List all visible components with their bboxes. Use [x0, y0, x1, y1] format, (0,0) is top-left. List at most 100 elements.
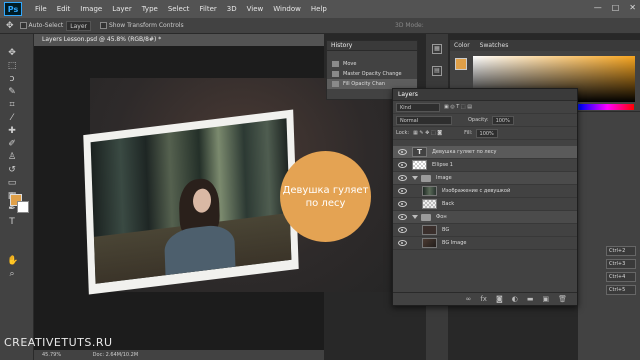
new-layer-icon[interactable]: ▣: [542, 295, 549, 303]
quick-select-tool-icon[interactable]: ✎: [7, 87, 17, 97]
history-item[interactable]: Master Opacity Change: [327, 69, 417, 79]
photoshop-logo: Ps: [4, 2, 22, 16]
show-transform-checkbox[interactable]: [100, 22, 107, 29]
lasso-tool-icon[interactable]: ↄ: [7, 74, 17, 84]
new-group-icon[interactable]: ▬: [527, 295, 534, 303]
visibility-eye-icon[interactable]: [398, 240, 407, 246]
fx-icon[interactable]: fx: [480, 295, 487, 303]
panel-dock-icon[interactable]: ▤: [432, 66, 442, 76]
history-item[interactable]: Move: [327, 59, 417, 69]
visibility-eye-icon[interactable]: [398, 162, 407, 168]
channel-shortcut[interactable]: Ctrl+3: [606, 259, 636, 269]
close-icon[interactable]: ✕: [629, 3, 636, 12]
visibility-eye-icon[interactable]: [398, 149, 407, 155]
channel-shortcut[interactable]: Ctrl+2: [606, 246, 636, 256]
layer-name: Девушка гуляет по лесу: [432, 149, 497, 155]
visibility-eye-icon[interactable]: [398, 214, 407, 220]
channel-shortcut[interactable]: Ctrl+4: [606, 272, 636, 282]
shape-layer-thumb: [412, 160, 427, 170]
layer-row[interactable]: BG Image: [393, 237, 577, 250]
eyedropper-tool-icon[interactable]: ⁄: [7, 113, 17, 123]
menu-select[interactable]: Select: [163, 5, 195, 13]
doc-size: Doc: 2.64M/10.2M: [92, 352, 139, 358]
document-tab[interactable]: Layers Lesson.psd @ 45.8% (RGB/8#) *: [34, 34, 324, 46]
auto-select-checkbox[interactable]: [19, 22, 27, 29]
expand-arrow-icon[interactable]: [412, 176, 418, 180]
eraser-tool-icon[interactable]: ▭: [7, 178, 17, 188]
marquee-tool-icon[interactable]: ⬚: [7, 61, 17, 71]
opacity-field[interactable]: 100%: [491, 115, 514, 125]
menu-edit[interactable]: Edit: [52, 5, 76, 13]
filter-kind-dropdown[interactable]: Kind: [396, 102, 440, 112]
visibility-eye-icon[interactable]: [398, 188, 407, 194]
show-transform-label: Show Transform Controls: [109, 22, 184, 29]
menu-help[interactable]: Help: [306, 5, 332, 13]
lock-icons[interactable]: ▦ ✎ ✥ ⬚ ◙: [413, 130, 442, 136]
layer-name: Фон: [436, 214, 447, 220]
pixel-layer-thumb: [422, 199, 437, 209]
type-tool-icon[interactable]: T: [7, 217, 17, 227]
tab-color[interactable]: Color: [454, 40, 470, 51]
layer-row[interactable]: Изображение с девушкой: [393, 185, 577, 198]
group-row[interactable]: Фон: [393, 211, 577, 224]
panel-dock-icon[interactable]: ▦: [432, 44, 442, 54]
visibility-eye-icon[interactable]: [398, 175, 407, 181]
menu-image[interactable]: Image: [75, 5, 107, 13]
layers-footer: ∞ fx ◙ ◐ ▬ ▣ 🗑: [393, 292, 577, 305]
menu-window[interactable]: Window: [268, 5, 306, 13]
layers-panel: Layers Kind ▣ ◎ T ⬚ ▤ Normal Opacity: 10…: [392, 88, 578, 306]
brush-tool-icon[interactable]: ✐: [7, 139, 17, 149]
filter-icons[interactable]: ▣ ◎ T ⬚ ▤: [444, 104, 472, 110]
history-brush-icon[interactable]: ↺: [7, 165, 17, 175]
mask-icon[interactable]: ◙: [496, 295, 503, 303]
fill-field[interactable]: 100%: [475, 128, 498, 138]
crop-tool-icon[interactable]: ⌗: [7, 100, 17, 110]
background-color-swatch[interactable]: [17, 201, 29, 213]
trash-icon[interactable]: 🗑: [558, 295, 567, 303]
zoom-level[interactable]: 45.79%: [42, 352, 61, 358]
layer-name: Изображение с девушкой: [442, 188, 511, 194]
3d-mode-label: 3D Mode:: [395, 22, 424, 29]
clone-stamp-icon[interactable]: ♙: [7, 152, 17, 162]
channel-shortcut[interactable]: Ctrl+5: [606, 285, 636, 295]
color-panel-foreground[interactable]: [455, 58, 467, 70]
layer-row[interactable]: Back: [393, 198, 577, 211]
menu-type[interactable]: Type: [137, 5, 163, 13]
layer-filter-row: Kind ▣ ◎ T ⬚ ▤: [393, 101, 577, 114]
color-tabs: Color Swatches: [450, 40, 640, 51]
move-tool-icon[interactable]: ✥: [7, 48, 17, 58]
fill-label: Fill:: [464, 130, 473, 136]
tab-swatches[interactable]: Swatches: [480, 40, 509, 51]
visibility-eye-icon[interactable]: [398, 201, 407, 207]
menu-3d[interactable]: 3D: [222, 5, 242, 13]
menu-view[interactable]: View: [242, 5, 269, 13]
zoom-tool-icon[interactable]: ⌕: [7, 269, 17, 279]
minimize-icon[interactable]: —: [594, 3, 602, 12]
watermark: CREATIVETUTS.RU: [4, 336, 113, 349]
pixel-layer-thumb: [422, 225, 437, 235]
visibility-eye-icon[interactable]: [398, 227, 407, 233]
hand-tool-icon[interactable]: ✋: [7, 256, 18, 266]
menu-filter[interactable]: Filter: [194, 5, 221, 13]
menu-file[interactable]: File: [30, 5, 52, 13]
move-tool-icon[interactable]: ✥: [6, 21, 14, 31]
auto-select-dropdown[interactable]: Layer: [66, 20, 91, 31]
layer-row[interactable]: Ellipse 1: [393, 159, 577, 172]
blend-mode-dropdown[interactable]: Normal: [396, 115, 452, 125]
layer-row[interactable]: BG: [393, 224, 577, 237]
maximize-icon[interactable]: □: [612, 3, 620, 12]
layer-name: Back: [442, 201, 455, 207]
menu-layer[interactable]: Layer: [107, 5, 137, 13]
lock-row: Lock: ▦ ✎ ✥ ⬚ ◙ Fill: 100%: [393, 127, 577, 140]
channels-panel: [578, 112, 640, 360]
window-controls: — □ ✕: [594, 3, 636, 12]
options-bar: ✥ Auto-Select Layer Show Transform Contr…: [0, 18, 640, 34]
orange-circle: Девушка гуляет по лесу: [280, 151, 371, 242]
adjustment-icon[interactable]: ◐: [512, 295, 518, 303]
expand-arrow-icon[interactable]: [412, 215, 418, 219]
link-icon[interactable]: ∞: [466, 295, 472, 303]
healing-brush-icon[interactable]: ✚: [7, 126, 17, 136]
layer-row[interactable]: T Девушка гуляет по лесу: [393, 146, 577, 159]
layer-name: BG Image: [442, 240, 467, 246]
group-row[interactable]: Image: [393, 172, 577, 185]
